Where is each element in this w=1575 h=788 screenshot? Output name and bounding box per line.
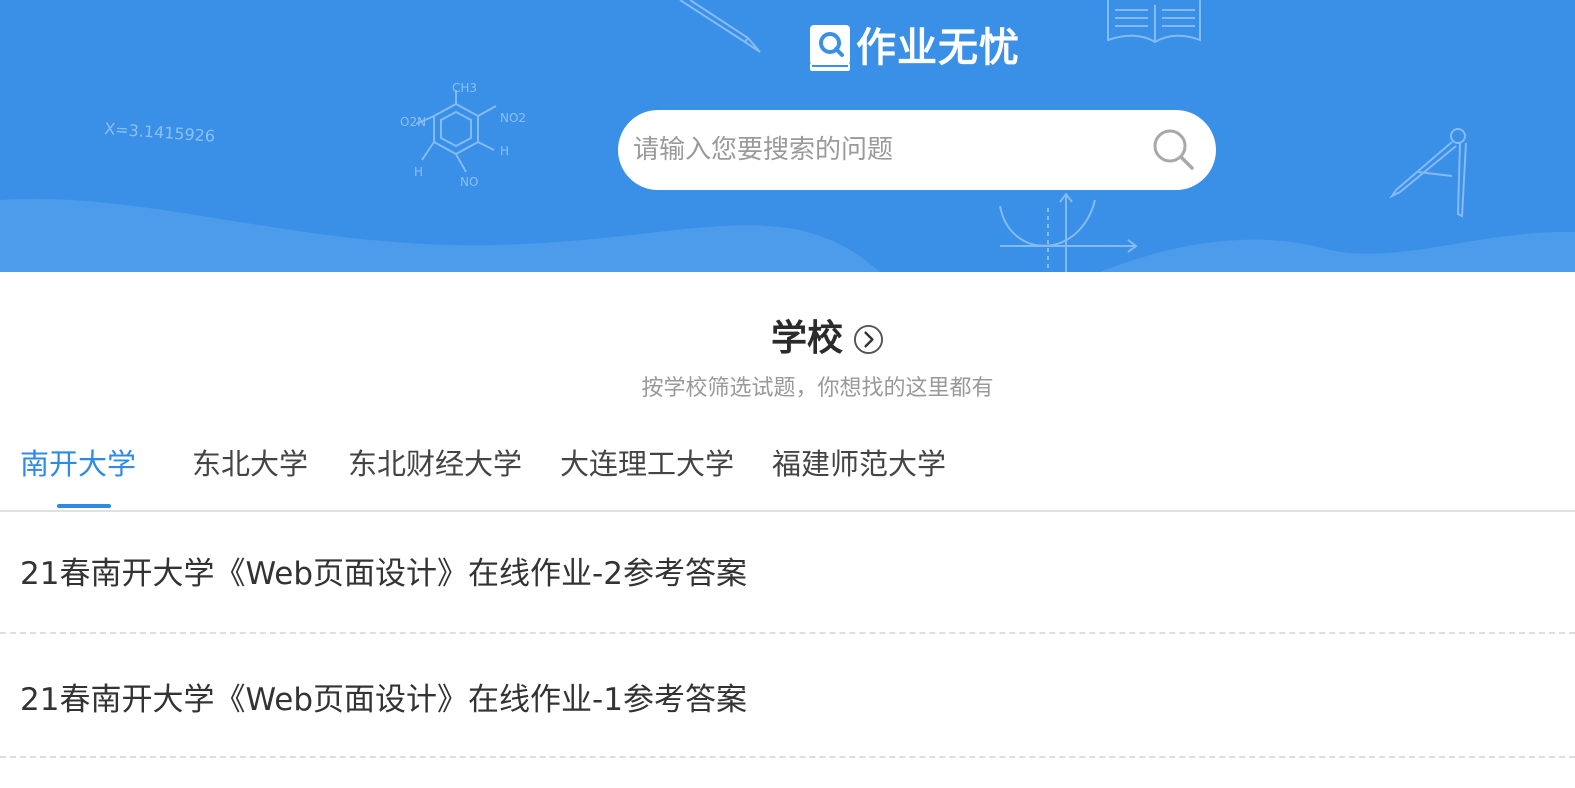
tab-dongbei[interactable]: 东北大学 (192, 436, 308, 496)
molecule-doodle (415, 90, 497, 173)
wave-left (0, 198, 880, 272)
search-input[interactable] (633, 110, 1133, 190)
molecule-label: H (500, 144, 509, 158)
search-icon[interactable] (1150, 126, 1196, 172)
list-item[interactable]: 21春南开大学《Web页面设计》在线作业-1参考答案 (0, 634, 1575, 758)
compass-doodle (1389, 128, 1467, 218)
list-item-title: 21春南开大学《Web页面设计》在线作业-2参考答案 (20, 556, 747, 592)
graph-doodle (999, 192, 1138, 272)
wave-right (1100, 231, 1575, 272)
tab-nankai[interactable]: 南开大学 (20, 436, 136, 496)
pencil-doodle (679, 0, 761, 53)
section-subtitle: 按学校筛选试题，你想找的这里都有 (641, 376, 994, 401)
molecule-label: O2N (400, 115, 426, 129)
section-title: 学校 (770, 318, 843, 359)
tab-dongbei-caijing[interactable]: 东北财经大学 (348, 436, 522, 496)
section-header: 学校 (0, 312, 1575, 366)
molecule-label: H (414, 165, 423, 179)
search-bar (618, 110, 1216, 190)
tab-dalian-ligong[interactable]: 大连理工大学 (560, 436, 734, 496)
active-tab-indicator (57, 504, 111, 508)
logo-text: 作业无忧 (856, 25, 1020, 71)
book-search-icon (810, 25, 850, 71)
chevron-right-circle-icon[interactable] (853, 324, 884, 355)
molecule-label: NO (460, 175, 478, 189)
molecule-label: NO2 (500, 111, 526, 125)
header-banner: CH3 O2N NO2 H H NO X=3.1415926 作业无忧 请输入您… (0, 0, 1575, 272)
book-doodle (1107, 0, 1201, 44)
list-item[interactable]: 21春南开大学《Web页面设计》在线作业-2参考答案 (0, 510, 1575, 634)
site-logo[interactable]: 作业无忧 (808, 22, 1020, 74)
school-tabs: 南开大学 东北大学 东北财经大学 大连理工大学 福建师范大学 (0, 436, 1575, 512)
pi-formula: X=3.1415926 (104, 119, 216, 146)
list-item-title: 21春南开大学《Web页面设计》在线作业-1参考答案 (20, 682, 747, 718)
tab-fujian-shifan[interactable]: 福建师范大学 (772, 436, 946, 496)
molecule-label: CH3 (452, 81, 477, 95)
